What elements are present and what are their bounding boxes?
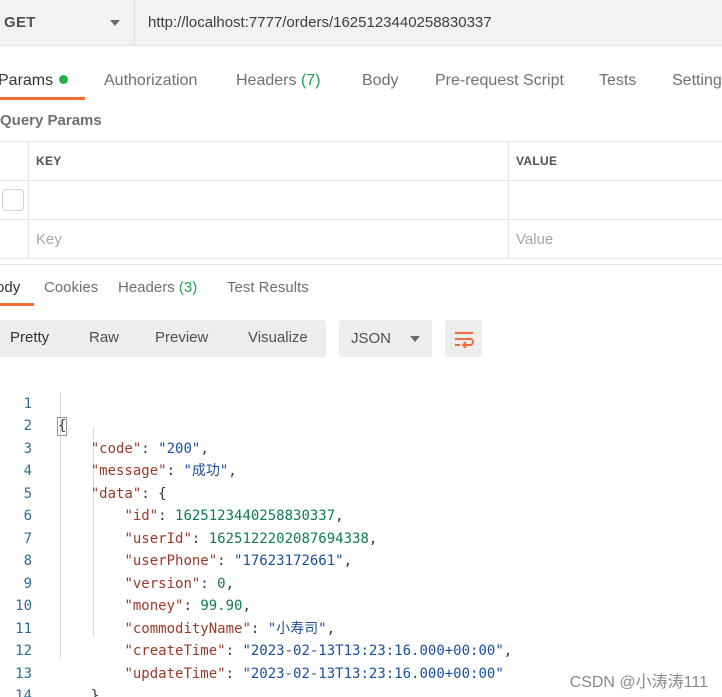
tab-headers-label: Headers [236, 72, 297, 89]
method-label: GET [4, 14, 36, 31]
code-line: 9 "money": 99.90, [0, 550, 722, 615]
code-line: 11 "createTime": "2023-02-13T13:23:16.00… [0, 595, 722, 660]
chevron-down-icon [110, 19, 120, 26]
code-line: 1 { [0, 370, 722, 436]
response-divider [0, 264, 722, 265]
tab-response-headers[interactable]: Headers (3) [118, 279, 197, 296]
request-tabs: Params Authorization Headers (7) Body Pr… [0, 60, 722, 102]
tab-response-headers-label: Headers [118, 279, 175, 296]
active-tab-indicator [0, 97, 85, 100]
query-params-table: KEY VALUE Key Value [0, 141, 722, 259]
header-checkbox-cell [0, 142, 29, 180]
tab-settings[interactable]: Settings [672, 72, 722, 90]
code-text: } [57, 685, 99, 697]
method-select[interactable]: GET [0, 0, 135, 46]
code-line: 13 } [0, 640, 722, 697]
tab-tests[interactable]: Tests [599, 72, 636, 90]
json-brace: } [90, 688, 100, 697]
new-key-input[interactable]: Key [29, 220, 509, 258]
tab-pre-request-script[interactable]: Pre-request Script [435, 72, 564, 90]
code-line: 10 "commodityName": "小寿司", [0, 573, 722, 637]
line-number: 14 [15, 688, 32, 697]
tab-body[interactable]: Body [362, 72, 398, 90]
code-line: 6 "userId": 1625122202087694338, [0, 483, 722, 547]
tab-response-body[interactable]: Body [0, 279, 20, 296]
wrap-lines-icon [454, 331, 474, 348]
tab-authorization[interactable]: Authorization [104, 72, 197, 90]
new-value-input[interactable]: Value [509, 220, 722, 258]
request-bar: GET http://localhost:7777/orders/1625123… [0, 0, 722, 46]
query-params-title: Query Params [0, 112, 102, 129]
code-line: 3 "message": "成功", [0, 415, 722, 480]
view-mode-bar: Pretty Raw Preview Visualize [0, 320, 326, 357]
chevron-down-icon [410, 335, 420, 342]
code-line: 12 "updateTime": "2023-02-13T13:23:16.00… [0, 618, 722, 682]
response-active-tab-indicator [0, 303, 34, 306]
row-checkbox[interactable] [2, 189, 24, 211]
table-row-new: Key Value [0, 220, 722, 259]
code-line: 7 "userPhone": "17623172661", [0, 505, 722, 570]
code-line: 4 "data": { [0, 438, 722, 502]
tab-response-headers-count: (3) [178, 279, 198, 296]
tab-headers[interactable]: Headers (7) [236, 72, 321, 90]
response-tabs: Body Cookies Headers (3) Test Results [0, 268, 722, 308]
key-header-label: KEY [36, 154, 62, 168]
value-header-label: VALUE [516, 154, 558, 168]
watermark: CSDN @小涛涛111 [569, 674, 708, 691]
pretty-button[interactable]: Pretty [10, 329, 49, 346]
value-column-header: VALUE [509, 142, 722, 180]
raw-button[interactable]: Raw [89, 329, 119, 346]
response-json-viewer: 1 { 2 "code": "200", 3 "message": "成功", … [0, 370, 722, 697]
tab-headers-count: (7) [300, 72, 321, 89]
row-key-cell[interactable] [29, 181, 509, 219]
new-row-checkbox-cell [0, 220, 29, 258]
key-column-header: KEY [29, 142, 509, 180]
code-line: 5 "id": 1625123440258830337, [0, 460, 722, 525]
tab-params-label: Params [0, 72, 54, 89]
value-placeholder: Value [516, 230, 554, 248]
language-label: JSON [351, 330, 392, 347]
language-select[interactable]: JSON [339, 320, 432, 357]
code-line: 8 "version": 0, [0, 528, 722, 592]
table-header-row: KEY VALUE [0, 142, 722, 181]
tab-params[interactable]: Params [0, 72, 69, 90]
visualize-button[interactable]: Visualize [248, 329, 308, 346]
row-value-cell[interactable] [509, 181, 722, 219]
wrap-lines-button[interactable] [445, 320, 482, 357]
key-placeholder: Key [36, 230, 62, 248]
table-row [0, 181, 722, 220]
code-line: 2 "code": "200", [0, 393, 722, 457]
tab-cookies[interactable]: Cookies [44, 279, 98, 296]
url-input[interactable]: http://localhost:7777/orders/16251234402… [135, 0, 722, 46]
tab-test-results[interactable]: Test Results [227, 279, 309, 296]
params-active-dot-icon [59, 75, 69, 84]
preview-button[interactable]: Preview [155, 329, 208, 346]
row-checkbox-cell [0, 181, 29, 219]
